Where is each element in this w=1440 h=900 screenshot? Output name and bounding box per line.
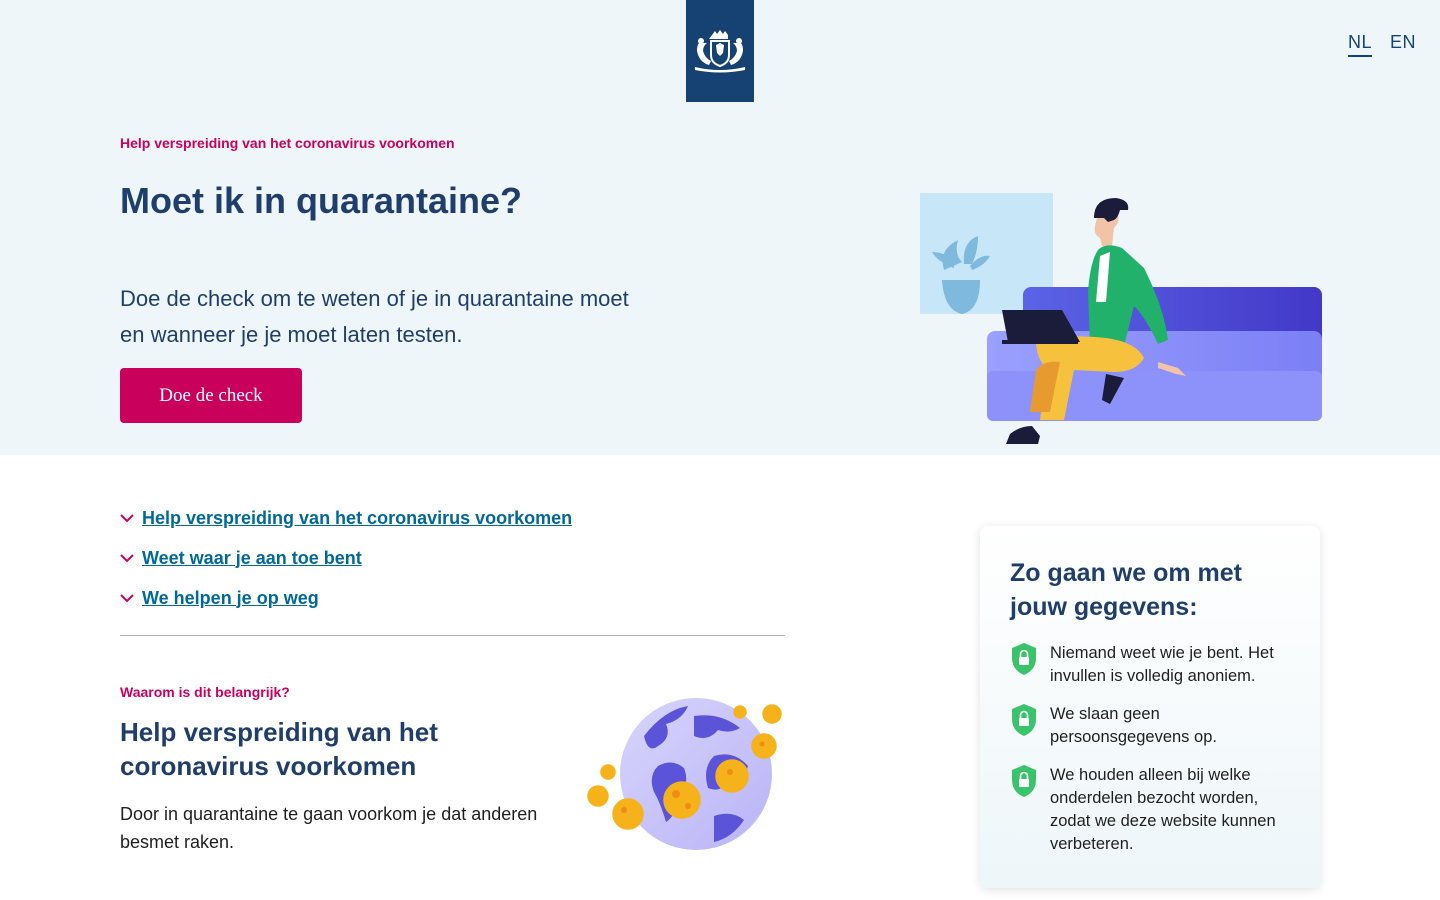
- toc-link-weet-waar[interactable]: Weet waar je aan toe bent: [142, 548, 362, 569]
- chevron-down-icon: [120, 513, 142, 523]
- privacy-card: Zo gaan we om met jouw gegevens: Niemand…: [980, 526, 1320, 888]
- table-of-contents: Help verspreiding van het coronavirus vo…: [120, 498, 785, 618]
- page-title: Moet ik in quarantaine?: [120, 180, 523, 221]
- hero-lead: Doe de check om te weten of je in quaran…: [120, 286, 629, 347]
- chevron-down-icon: [120, 553, 142, 563]
- shield-lock-icon: [1010, 642, 1050, 678]
- privacy-item-text: We slaan geen persoonsgegevens op.: [1050, 705, 1217, 746]
- privacy-item: We houden alleen bij welke onderdelen be…: [1010, 764, 1292, 856]
- language-en-link[interactable]: EN: [1390, 32, 1416, 57]
- toc-item-weet-waar[interactable]: Weet waar je aan toe bent: [120, 538, 785, 578]
- toc-link-we-helpen[interactable]: We helpen je op weg: [142, 588, 319, 609]
- hero-section: NL EN Help verspreiding van het coronavi…: [0, 0, 1440, 455]
- language-nl-link[interactable]: NL: [1347, 32, 1372, 57]
- hero-eyebrow: Help verspreiding van het coronavirus vo…: [120, 135, 455, 151]
- dutch-coat-of-arms-logo[interactable]: [686, 0, 754, 102]
- privacy-item: We slaan geen persoonsgegevens op.: [1010, 703, 1292, 749]
- chevron-down-icon: [120, 593, 142, 603]
- why-title: Help verspreiding van het coronavirus vo…: [120, 717, 438, 781]
- globe-with-virus-illustration: [587, 698, 782, 850]
- privacy-item: Niemand weet wie je bent. Het invullen i…: [1010, 642, 1292, 688]
- toc-link-help-verspreiding[interactable]: Help verspreiding van het coronavirus vo…: [142, 508, 572, 529]
- start-check-button[interactable]: Doe de check: [120, 368, 302, 423]
- person-on-couch-with-laptop-illustration: [920, 193, 1322, 444]
- toc-item-we-helpen[interactable]: We helpen je op weg: [120, 578, 785, 618]
- toc-item-help-verspreiding[interactable]: Help verspreiding van het coronavirus vo…: [120, 498, 785, 538]
- privacy-title: Zo gaan we om met jouw gegevens:: [1010, 559, 1242, 621]
- privacy-item-text: We houden alleen bij welke onderdelen be…: [1050, 766, 1276, 853]
- shield-lock-icon: [1010, 703, 1050, 739]
- why-eyebrow: Waarom is dit belangrijk?: [120, 684, 290, 700]
- privacy-item-text: Niemand weet wie je bent. Het invullen i…: [1050, 644, 1274, 685]
- section-divider: [120, 635, 785, 636]
- language-switcher: NL EN: [1347, 32, 1416, 57]
- why-body: Door in quarantaine te gaan voorkom je d…: [120, 804, 538, 852]
- shield-lock-icon: [1010, 764, 1050, 800]
